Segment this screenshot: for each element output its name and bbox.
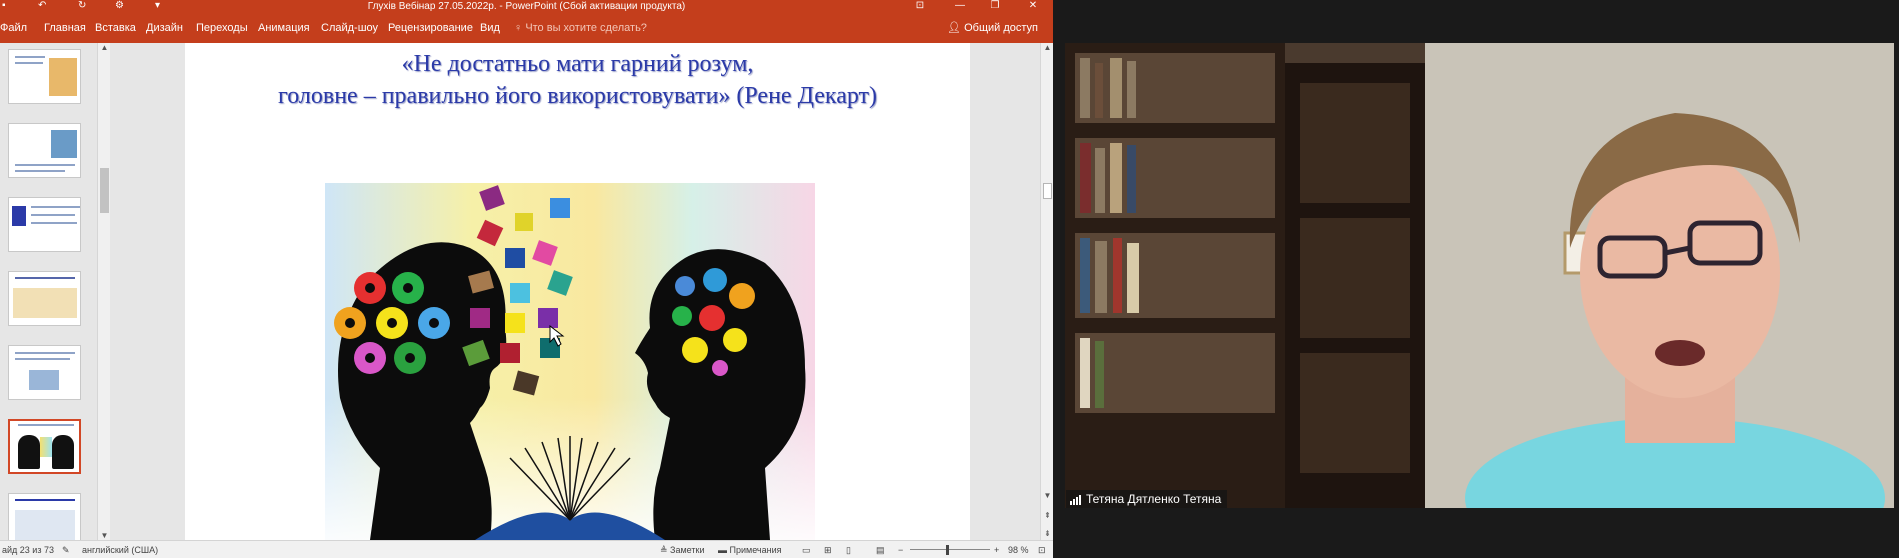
quote-line-2: головне – правильно його використовувати… (277, 83, 878, 109)
comments-label: Примечания (729, 545, 782, 555)
tab-slideshow[interactable]: Слайд-шоу (321, 13, 378, 43)
slide-thumbnails-pane (0, 43, 110, 548)
ribbon-tabs: Файл Главная Вставка Дизайн Переходы Ани… (0, 13, 1053, 43)
slide-thumbnail[interactable] (8, 123, 81, 178)
children-puzzle-illustration[interactable] (310, 168, 830, 540)
normal-view-icon[interactable]: ▭ (802, 541, 811, 558)
zoom-level[interactable]: 98 % (1008, 541, 1029, 558)
title-bar: ▪ ↶ ↻ ⚙ ▾ Глухів Вебінар 27.05.2022р. - … (0, 0, 1053, 13)
participant-name-label: Тетяна Дятленко Тетяна (1066, 490, 1228, 508)
scrollbar-thumb[interactable] (1043, 183, 1052, 199)
participant-video-frame (1065, 43, 1894, 508)
tab-animations[interactable]: Анимация (258, 13, 310, 43)
window-title: Глухів Вебінар 27.05.2022р. - PowerPoint… (367, 1, 686, 12)
tab-insert[interactable]: Вставка (95, 13, 136, 43)
comments-button[interactable]: ▬ Примечания (718, 541, 781, 558)
participant-name: Тетяна Дятленко Тетяна (1086, 492, 1222, 506)
fit-slide-icon[interactable]: ⊡ (1038, 541, 1046, 558)
notes-icon: ≜ (660, 545, 671, 555)
bookshelf (1075, 53, 1275, 413)
slide-thumbnail[interactable] (8, 271, 81, 326)
slide-thumbnail[interactable] (8, 197, 81, 252)
tab-review[interactable]: Рецензирование (388, 13, 473, 43)
person-icon: 👤︎ (947, 22, 965, 34)
ribbon-display-options-icon[interactable]: ⊡ (900, 0, 940, 13)
share-button[interactable]: 👤︎ Общий доступ (947, 13, 1038, 43)
notes-label: Заметки (670, 545, 705, 555)
spellcheck-icon[interactable]: ✎ (62, 541, 70, 558)
slide-thumbnail-active[interactable] (8, 419, 81, 474)
slide-editing-area: «Не достатньо мати гарний розум, головне… (110, 43, 1040, 540)
zoom-out-icon[interactable]: − (898, 541, 903, 558)
slide-canvas[interactable]: «Не достатньо мати гарний розум, головне… (185, 43, 970, 540)
tab-design[interactable]: Дизайн (146, 13, 183, 43)
zoom-slider-thumb[interactable] (946, 545, 949, 555)
thumbnail-scrollbar[interactable]: ▲ ▼ (97, 43, 110, 540)
slide-thumbnail[interactable] (8, 345, 81, 400)
restore-button[interactable]: ❐ (975, 0, 1015, 13)
status-bar: айд 23 из 73 ✎ английский (США) ≜ Заметк… (0, 540, 1053, 558)
share-label: Общий доступ (964, 22, 1038, 34)
participant-video[interactable] (1065, 43, 1894, 508)
slideshow-icon[interactable]: ▤ (876, 541, 885, 558)
zoom-in-icon[interactable]: + (994, 541, 999, 558)
reading-view-icon[interactable]: ▯ (846, 541, 851, 558)
next-slide-icon[interactable]: ⇟ (1041, 529, 1053, 538)
minimize-button[interactable]: — (940, 0, 980, 13)
tab-home[interactable]: Главная (44, 13, 86, 43)
quote-line-1: «Не достатньо мати гарний розум, (401, 51, 754, 77)
scroll-down-icon[interactable]: ▼ (1041, 491, 1053, 500)
lightbulb-icon: ♀ (514, 22, 526, 34)
slide-sorter-icon[interactable]: ⊞ (824, 541, 832, 558)
slide-scrollbar[interactable]: ▲ ▼ ⇞ ⇟ (1040, 43, 1053, 540)
tab-transitions[interactable]: Переходы (196, 13, 248, 43)
powerpoint-window: ▪ ↶ ↻ ⚙ ▾ Глухів Вебінар 27.05.2022р. - … (0, 0, 1053, 558)
tab-view[interactable]: Вид (480, 13, 500, 43)
tell-me-placeholder: Что вы хотите сделать? (525, 22, 647, 34)
previous-slide-icon[interactable]: ⇞ (1041, 511, 1053, 520)
scrollbar-thumb[interactable] (100, 168, 109, 213)
tell-me-search[interactable]: ♀ Что вы хотите сделать? (514, 13, 647, 43)
signal-strength-icon (1070, 494, 1081, 505)
notes-button[interactable]: ≜ Заметки (660, 541, 704, 558)
close-button[interactable]: ✕ (1013, 0, 1053, 13)
scroll-up-icon[interactable]: ▲ (1041, 43, 1053, 52)
comment-icon: ▬ (718, 545, 730, 555)
tab-file[interactable]: Файл (0, 13, 27, 43)
screen: ▪ ↶ ↻ ⚙ ▾ Глухів Вебінар 27.05.2022р. - … (0, 0, 1899, 558)
slide-counter: айд 23 из 73 (2, 545, 54, 555)
slide-thumbnail[interactable] (8, 49, 81, 104)
zoom-slider[interactable] (910, 549, 990, 550)
language-indicator[interactable]: английский (США) (82, 541, 158, 558)
